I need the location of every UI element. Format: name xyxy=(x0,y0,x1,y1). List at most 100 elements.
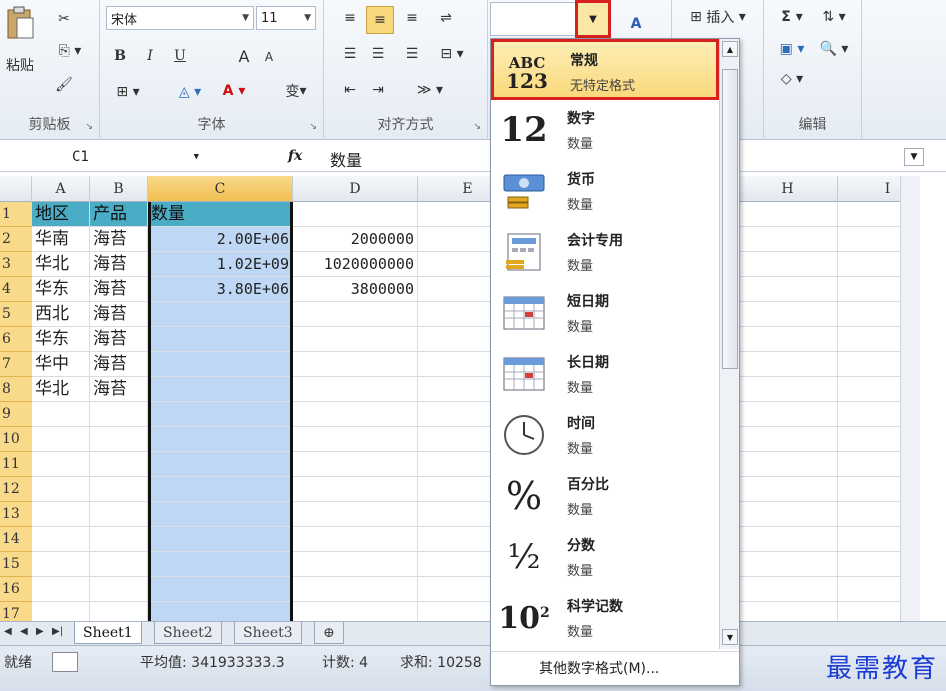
cell-b10[interactable] xyxy=(90,427,148,452)
cell-c17[interactable] xyxy=(148,602,293,621)
cell-i4[interactable] xyxy=(838,277,900,302)
cell-c14[interactable] xyxy=(148,527,293,552)
cell-d7[interactable] xyxy=(293,352,418,377)
cell-h14[interactable] xyxy=(738,527,838,552)
cell-c1[interactable]: 数量 xyxy=(148,202,293,227)
row-header[interactable]: 2 xyxy=(0,227,32,252)
cell-a3[interactable]: 华北 xyxy=(32,252,90,277)
cell-c8[interactable] xyxy=(148,377,293,402)
cell-a2[interactable]: 华南 xyxy=(32,227,90,252)
cell-d13[interactable] xyxy=(293,502,418,527)
column-header-b[interactable]: B xyxy=(90,176,148,202)
cell-i13[interactable] xyxy=(838,502,900,527)
cell-a11[interactable] xyxy=(32,452,90,477)
cell-i7[interactable] xyxy=(838,352,900,377)
cell-b12[interactable] xyxy=(90,477,148,502)
cell-c9[interactable] xyxy=(148,402,293,427)
cell-b9[interactable] xyxy=(90,402,148,427)
cell-h11[interactable] xyxy=(738,452,838,477)
find-select-icon[interactable]: 🔍 ▾ xyxy=(814,38,854,60)
cut-icon[interactable]: ✂ xyxy=(52,8,76,30)
column-header-c[interactable]: C xyxy=(148,176,293,202)
last-sheet-icon[interactable]: ▶| xyxy=(52,626,63,637)
cell-d4[interactable]: 3800000 xyxy=(293,277,418,302)
cell-i9[interactable] xyxy=(838,402,900,427)
cell-i3[interactable] xyxy=(838,252,900,277)
format-item[interactable]: 102 科学记数 数量 xyxy=(491,588,719,649)
cell-b13[interactable] xyxy=(90,502,148,527)
vertical-scrollbar[interactable] xyxy=(900,176,920,621)
cell-b4[interactable]: 海苔 xyxy=(90,277,148,302)
cell-d15[interactable] xyxy=(293,552,418,577)
underline-button[interactable]: U xyxy=(170,44,190,68)
cell-a15[interactable] xyxy=(32,552,90,577)
cell-h7[interactable] xyxy=(738,352,838,377)
cell-a9[interactable] xyxy=(32,402,90,427)
font-name-select[interactable]: 宋体 ▼ xyxy=(106,6,254,30)
format-item[interactable]: ½ 分数 数量 xyxy=(491,527,719,588)
font-color-icon[interactable]: A ▾ xyxy=(216,78,252,104)
cell-d9[interactable] xyxy=(293,402,418,427)
cell-b5[interactable]: 海苔 xyxy=(90,302,148,327)
format-item[interactable]: ABC 123 常规 无特定格式 xyxy=(491,39,719,100)
cell-i5[interactable] xyxy=(838,302,900,327)
row-header[interactable]: 1 xyxy=(0,202,32,227)
cell-d14[interactable] xyxy=(293,527,418,552)
expand-formula-bar-icon[interactable]: ▼ xyxy=(904,148,924,166)
cell-i17[interactable] xyxy=(838,602,900,621)
cell-c10[interactable] xyxy=(148,427,293,452)
cell-b16[interactable] xyxy=(90,577,148,602)
scroll-up-icon[interactable]: ▲ xyxy=(722,41,738,57)
cell-h6[interactable] xyxy=(738,327,838,352)
align-left-icon[interactable]: ☰ xyxy=(338,42,362,66)
sheet-tab[interactable]: Sheet3 xyxy=(234,622,302,644)
cell-d10[interactable] xyxy=(293,427,418,452)
row-header[interactable]: 6 xyxy=(0,327,32,352)
align-top-icon[interactable]: ≡ xyxy=(338,6,362,30)
cell-d2[interactable]: 2000000 xyxy=(293,227,418,252)
cell-i1[interactable] xyxy=(838,202,900,227)
cell-a14[interactable] xyxy=(32,527,90,552)
row-header[interactable]: 14 xyxy=(0,527,32,552)
cell-i12[interactable] xyxy=(838,477,900,502)
cell-a8[interactable]: 华北 xyxy=(32,377,90,402)
cell-b14[interactable] xyxy=(90,527,148,552)
fill-icon[interactable]: ▣ ▾ xyxy=(772,38,812,60)
row-header[interactable]: 16 xyxy=(0,577,32,602)
cell-h12[interactable] xyxy=(738,477,838,502)
increase-indent-icon[interactable]: ⇥ xyxy=(366,78,390,102)
align-right-icon[interactable]: ☰ xyxy=(400,42,424,66)
format-painter-icon[interactable]: 🖌 xyxy=(52,74,76,96)
name-box[interactable]: C1 ▼ xyxy=(0,144,205,170)
row-header[interactable]: 7 xyxy=(0,352,32,377)
format-item[interactable]: 12 数字 数量 xyxy=(491,100,719,161)
cell-c11[interactable] xyxy=(148,452,293,477)
row-header[interactable]: 12 xyxy=(0,477,32,502)
cell-c7[interactable] xyxy=(148,352,293,377)
worksheet-grid[interactable]: ABCDEFGHI 1234567891011121314151617 地区产品… xyxy=(0,176,900,621)
cell-i6[interactable] xyxy=(838,327,900,352)
cell-c5[interactable] xyxy=(148,302,293,327)
clipboard-launcher-icon[interactable]: ↘ xyxy=(85,122,93,132)
cell-b8[interactable]: 海苔 xyxy=(90,377,148,402)
cell-h9[interactable] xyxy=(738,402,838,427)
cell-d1[interactable] xyxy=(293,202,418,227)
font-launcher-icon[interactable]: ↘ xyxy=(309,122,317,132)
row-header[interactable]: 17 xyxy=(0,602,32,621)
row-header[interactable]: 3 xyxy=(0,252,32,277)
align-bottom-icon[interactable]: ≡ xyxy=(400,6,424,30)
cell-c3[interactable]: 1.02E+09 xyxy=(148,252,293,277)
format-item[interactable]: % 百分比 数量 xyxy=(491,466,719,527)
cell-a5[interactable]: 西北 xyxy=(32,302,90,327)
cell-b15[interactable] xyxy=(90,552,148,577)
format-item[interactable]: 短日期 数量 xyxy=(491,283,719,344)
cell-i16[interactable] xyxy=(838,577,900,602)
italic-button[interactable]: I xyxy=(140,44,160,68)
row-header[interactable]: 5 xyxy=(0,302,32,327)
cell-a10[interactable] xyxy=(32,427,90,452)
cell-b7[interactable]: 海苔 xyxy=(90,352,148,377)
cell-h2[interactable] xyxy=(738,227,838,252)
grow-font-button[interactable]: A xyxy=(234,44,254,68)
cell-d12[interactable] xyxy=(293,477,418,502)
first-sheet-icon[interactable]: ◀ xyxy=(4,626,12,637)
